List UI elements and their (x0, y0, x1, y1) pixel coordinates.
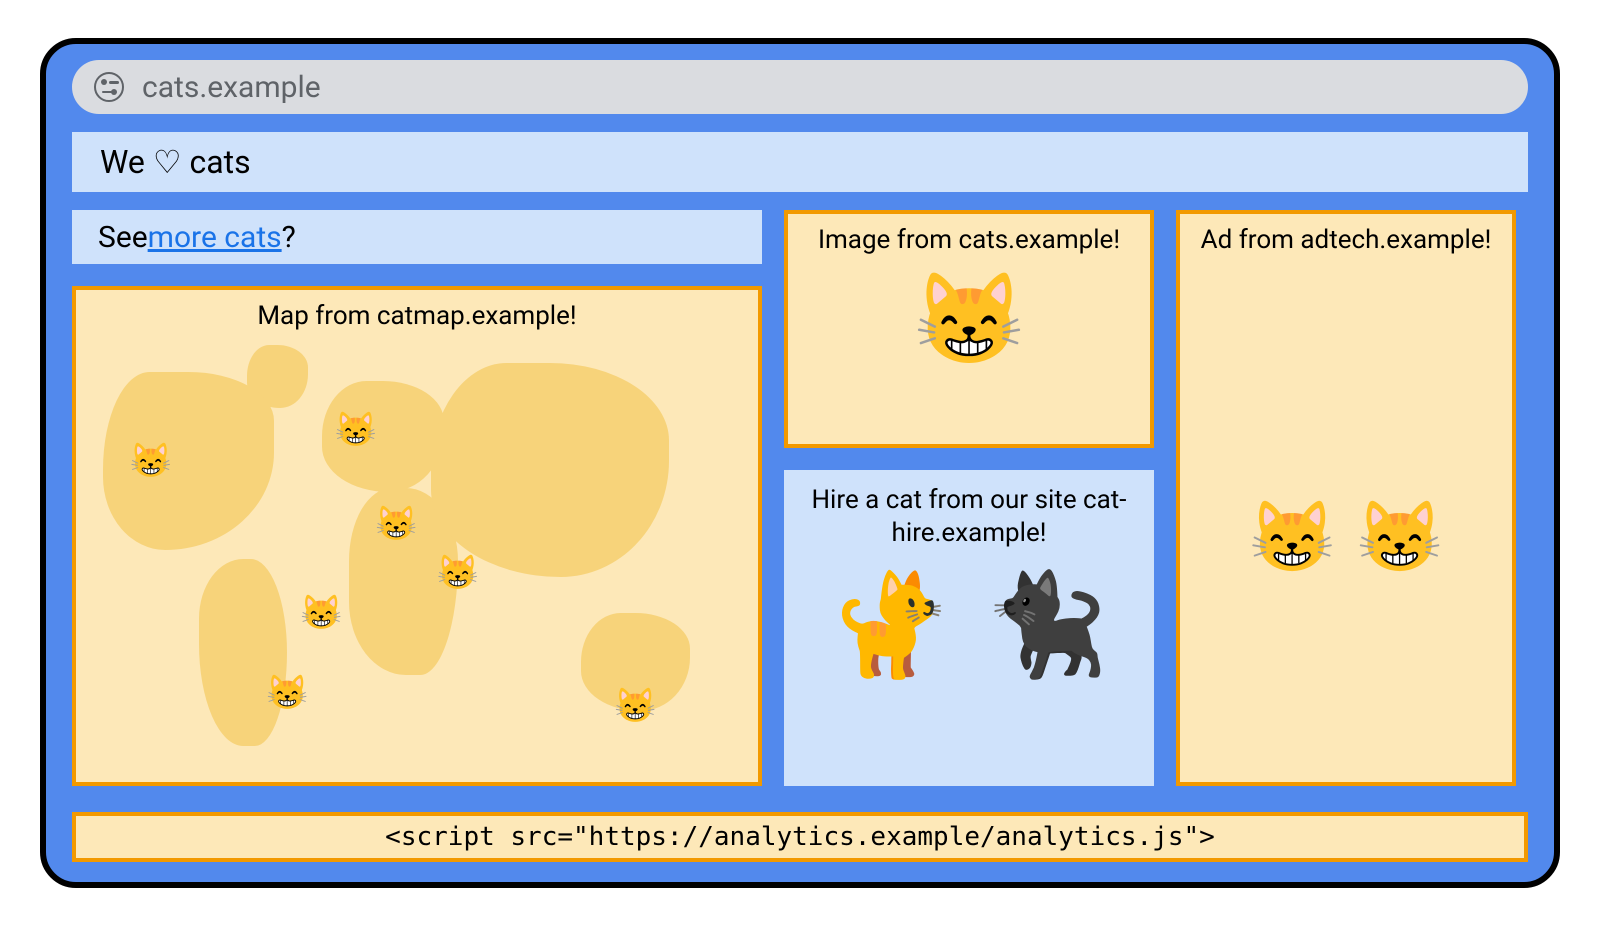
page-title-bar: We ♡ cats (72, 132, 1528, 192)
map-label: Map from catmap.example! (243, 290, 590, 337)
image-panel: Image from cats.example! 😸 (784, 210, 1154, 448)
black-cat-icon: 🐈‍⬛ (984, 567, 1109, 684)
orange-cat-icon: 🐈 (829, 567, 954, 684)
map-marker-cat-icon[interactable]: 😸 (334, 410, 376, 450)
page-title: We ♡ cats (100, 143, 251, 181)
map-panel: Map from catmap.example! 😸 😸 😸 😸 😸 😸 � (72, 286, 762, 786)
map-marker-cat-icon[interactable]: 😸 (300, 593, 342, 633)
cat-face-icon: 😸 (913, 267, 1025, 372)
map-marker-cat-icon[interactable]: 😸 (375, 504, 417, 544)
content-grid: See more cats ? Map from catmap.example!… (72, 210, 1528, 794)
map-marker-cat-icon[interactable]: 😸 (266, 673, 308, 713)
ad-panel[interactable]: Ad from adtech.example! 😸 😸 (1176, 210, 1516, 786)
ad-label: Ad from adtech.example! (1187, 214, 1506, 261)
world-map[interactable]: 😸 😸 😸 😸 😸 😸 😸 (76, 337, 758, 783)
hire-panel[interactable]: Hire a cat from our site cat-hire.exampl… (784, 470, 1154, 786)
see-more-suffix: ? (282, 220, 296, 255)
address-url: cats.example (142, 70, 321, 105)
analytics-script-text: <script src="https://analytics.example/a… (385, 822, 1215, 852)
ad-cat-icon: 😸 (1249, 497, 1336, 579)
map-marker-cat-icon[interactable]: 😸 (130, 441, 172, 481)
browser-window: cats.example We ♡ cats See more cats ? M… (40, 38, 1560, 888)
map-marker-cat-icon[interactable]: 😸 (437, 553, 479, 593)
map-marker-cat-icon[interactable]: 😸 (614, 686, 656, 726)
more-cats-link[interactable]: more cats (148, 220, 282, 255)
see-more-prefix: See (98, 220, 148, 255)
hire-label: Hire a cat from our site cat-hire.exampl… (788, 474, 1150, 553)
see-more-bar: See more cats ? (72, 210, 762, 264)
analytics-script-bar: <script src="https://analytics.example/a… (72, 812, 1528, 862)
address-bar[interactable]: cats.example (72, 60, 1528, 114)
image-label: Image from cats.example! (804, 214, 1134, 261)
site-settings-icon[interactable] (94, 72, 124, 102)
ad-cat-icon: 😸 (1356, 497, 1443, 579)
